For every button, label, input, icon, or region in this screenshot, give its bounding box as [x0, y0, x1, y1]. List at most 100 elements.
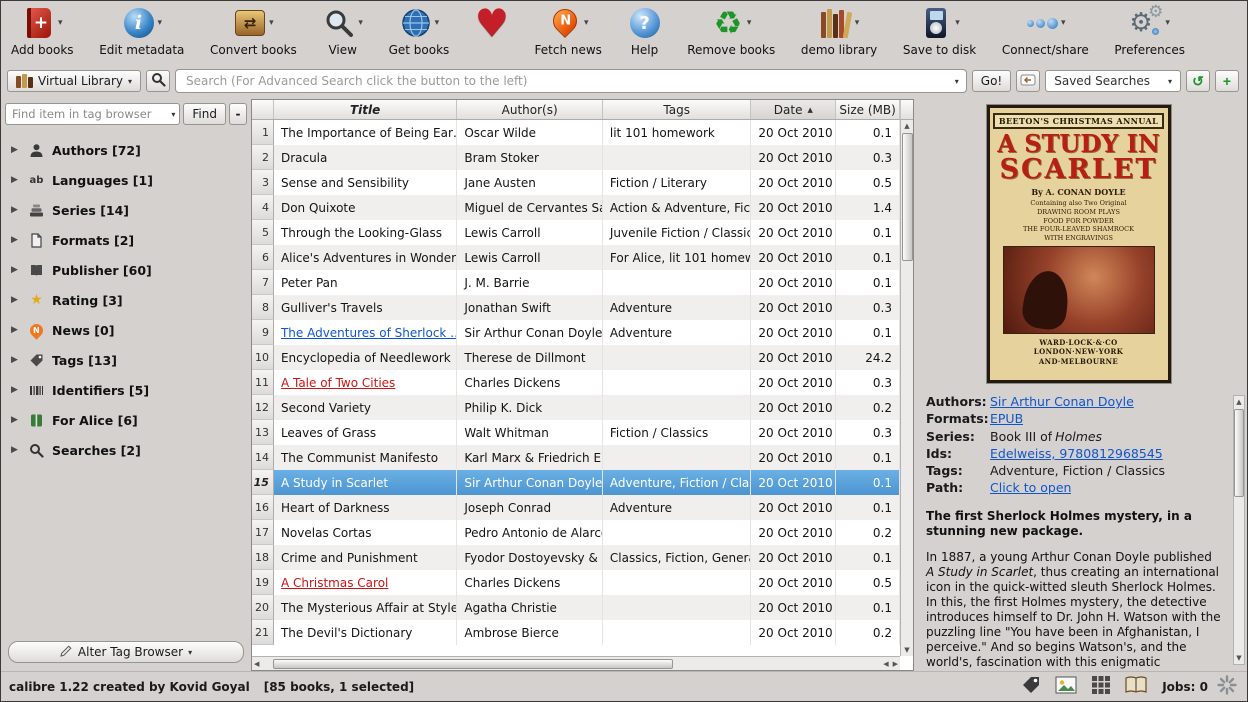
scroll-down-arrow[interactable]: ▼: [904, 644, 909, 656]
book-row[interactable]: 7Peter PanJ. M. Barrie20 Oct 20100.1: [252, 270, 900, 295]
alter-tag-browser-button[interactable]: Alter Tag Browser ▾: [8, 641, 244, 663]
book-authors-cell[interactable]: Lewis Carroll: [457, 220, 603, 245]
expand-triangle-icon[interactable]: ▶: [11, 175, 21, 185]
toolbar-button-donate[interactable]: ♥: [473, 4, 511, 57]
book-date-cell[interactable]: 20 Oct 2010: [751, 470, 836, 495]
book-tags-cell[interactable]: [603, 145, 752, 170]
chevron-down-icon[interactable]: ▾: [171, 110, 175, 119]
scroll-up-arrow[interactable]: ▲: [904, 120, 909, 132]
column-header-authors[interactable]: Author(s): [457, 100, 603, 119]
book-size-cell[interactable]: 0.1: [836, 595, 900, 620]
expand-triangle-icon[interactable]: ▶: [11, 235, 21, 245]
cover-browser-toggle[interactable]: [1053, 675, 1079, 699]
book-tags-cell[interactable]: [603, 520, 752, 545]
book-tags-cell[interactable]: [603, 395, 752, 420]
book-authors-cell[interactable]: Joseph Conrad: [457, 495, 603, 520]
book-date-cell[interactable]: 20 Oct 2010: [751, 320, 836, 345]
book-title-cell[interactable]: The Devil's Dictionary: [274, 620, 457, 645]
expand-triangle-icon[interactable]: ▶: [11, 295, 21, 305]
add-saved-search-button[interactable]: +: [1215, 70, 1239, 92]
book-title-cell[interactable]: Novelas Cortas: [274, 520, 457, 545]
sidebar-item-tags[interactable]: ▶Tags [13]: [5, 345, 247, 375]
toolbar-button-preferences[interactable]: ⚙⚙▾Preferences: [1112, 4, 1187, 57]
find-button[interactable]: Find: [183, 103, 226, 125]
book-date-cell[interactable]: 20 Oct 2010: [751, 270, 836, 295]
book-tags-cell[interactable]: Fiction / Classics: [603, 420, 752, 445]
book-date-cell[interactable]: 20 Oct 2010: [751, 595, 836, 620]
book-row[interactable]: 18Crime and PunishmentFyodor Dostoyevsky…: [252, 545, 900, 570]
book-size-cell[interactable]: 0.1: [836, 320, 900, 345]
book-tags-cell[interactable]: Adventure: [603, 320, 752, 345]
search-input[interactable]: [175, 69, 967, 93]
book-tags-cell[interactable]: [603, 270, 752, 295]
book-tags-cell[interactable]: Juvenile Fiction / Classics: [603, 220, 752, 245]
book-title-cell[interactable]: Through the Looking-Glass: [274, 220, 457, 245]
scroll-left-arrow[interactable]: ◀: [254, 658, 259, 670]
book-date-cell[interactable]: 20 Oct 2010: [751, 245, 836, 270]
book-details-toggle[interactable]: [1123, 675, 1149, 699]
toolbar-button-help[interactable]: ?Help: [626, 4, 664, 57]
detail-field-value[interactable]: Click to open: [990, 479, 1071, 496]
book-row[interactable]: 14The Communist ManifestoKarl Marx & Fri…: [252, 445, 900, 470]
scroll-left-arrow[interactable]: ◀: [883, 658, 888, 670]
chevron-down-icon[interactable]: ▾: [584, 18, 589, 28]
sidebar-item-searches[interactable]: ▶Searches [2]: [5, 435, 247, 465]
go-button[interactable]: Go!: [972, 70, 1011, 92]
book-date-cell[interactable]: 20 Oct 2010: [751, 120, 836, 145]
expand-triangle-icon[interactable]: ▶: [11, 325, 21, 335]
book-row[interactable]: 21The Devil's DictionaryAmbrose Bierce20…: [252, 620, 900, 645]
book-authors-cell[interactable]: Philip K. Dick: [457, 395, 603, 420]
toolbar-button-connect-share[interactable]: ▾Connect/share: [1000, 4, 1091, 57]
book-tags-cell[interactable]: [603, 445, 752, 470]
book-row[interactable]: 13Leaves of GrassWalt WhitmanFiction / C…: [252, 420, 900, 445]
horizontal-scroll-thumb[interactable]: [273, 659, 672, 669]
copy-search-button[interactable]: ↺: [1186, 70, 1210, 92]
book-row[interactable]: 6Alice's Adventures in Wonder…Lewis Carr…: [252, 245, 900, 270]
book-authors-cell[interactable]: Charles Dickens: [457, 570, 603, 595]
book-authors-cell[interactable]: Ambrose Bierce: [457, 620, 603, 645]
book-date-cell[interactable]: 20 Oct 2010: [751, 420, 836, 445]
book-title-cell[interactable]: The Communist Manifesto: [274, 445, 457, 470]
book-title-cell[interactable]: Gulliver's Travels: [274, 295, 457, 320]
book-tags-cell[interactable]: [603, 595, 752, 620]
book-title-cell[interactable]: Encyclopedia of Needlework: [274, 345, 457, 370]
expand-triangle-icon[interactable]: ▶: [11, 445, 21, 455]
book-authors-cell[interactable]: Bram Stoker: [457, 145, 603, 170]
book-size-cell[interactable]: 0.1: [836, 545, 900, 570]
toolbar-button-save-to-disk[interactable]: ▾Save to disk: [901, 4, 978, 57]
book-tags-cell[interactable]: For Alice, lit 101 homework: [603, 245, 752, 270]
book-tags-cell[interactable]: [603, 620, 752, 645]
book-row[interactable]: 9The Adventures of Sherlock …Sir Arthur …: [252, 320, 900, 345]
sidebar-item-for-alice[interactable]: ▶For Alice [6]: [5, 405, 247, 435]
book-row[interactable]: 10Encyclopedia of NeedleworkTherese de D…: [252, 345, 900, 370]
book-title-cell[interactable]: Second Variety: [274, 395, 457, 420]
sidebar-item-rating[interactable]: ▶★Rating [3]: [5, 285, 247, 315]
sidebar-item-identifiers[interactable]: ▶Identifiers [5]: [5, 375, 247, 405]
tag-browser-find-input[interactable]: [5, 103, 180, 125]
collapse-all-button[interactable]: -: [229, 103, 247, 125]
expand-triangle-icon[interactable]: ▶: [11, 415, 21, 425]
book-title-cell[interactable]: Don Quixote: [274, 195, 457, 220]
sidebar-item-series[interactable]: ▶Series [14]: [5, 195, 247, 225]
book-authors-cell[interactable]: Karl Marx & Friedrich Eng…: [457, 445, 603, 470]
book-size-cell[interactable]: 0.3: [836, 295, 900, 320]
book-size-cell[interactable]: 0.5: [836, 570, 900, 595]
book-size-cell[interactable]: 0.1: [836, 270, 900, 295]
sidebar-item-languages[interactable]: ▶abLanguages [1]: [5, 165, 247, 195]
scroll-down-arrow[interactable]: ▼: [1236, 652, 1241, 664]
book-date-cell[interactable]: 20 Oct 2010: [751, 545, 836, 570]
book-date-cell[interactable]: 20 Oct 2010: [751, 620, 836, 645]
book-title-cell[interactable]: A Tale of Two Cities: [274, 370, 457, 395]
book-row[interactable]: 1The Importance of Being Ear…Oscar Wilde…: [252, 120, 900, 145]
book-row[interactable]: 8Gulliver's TravelsJonathan SwiftAdventu…: [252, 295, 900, 320]
tag-browser-toggle[interactable]: [1018, 675, 1044, 699]
search-history-dropdown-icon[interactable]: ▾: [955, 77, 959, 86]
book-row[interactable]: 3Sense and SensibilityJane AustenFiction…: [252, 170, 900, 195]
book-title-cell[interactable]: Heart of Darkness: [274, 495, 457, 520]
book-size-cell[interactable]: 0.1: [836, 445, 900, 470]
book-size-cell[interactable]: 0.3: [836, 145, 900, 170]
toolbar-button-fetch-news[interactable]: N▾Fetch news: [533, 4, 604, 57]
book-tags-cell[interactable]: [603, 345, 752, 370]
book-row[interactable]: 20The Mysterious Affair at StylesAgatha …: [252, 595, 900, 620]
book-size-cell[interactable]: 0.1: [836, 245, 900, 270]
